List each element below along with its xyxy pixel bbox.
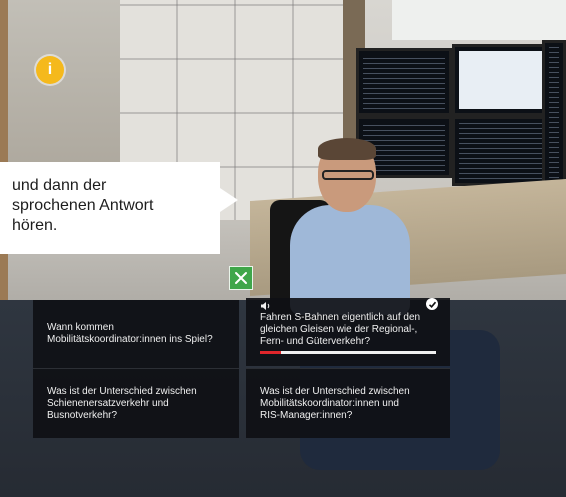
person-hair xyxy=(318,138,376,160)
speech-bubble: und dann der sprochenen Antwort hören. xyxy=(0,162,238,254)
speech-bubble-line: hören. xyxy=(12,217,58,234)
person-glasses xyxy=(322,170,374,180)
answer-progress-fill xyxy=(260,351,282,354)
question-line: Busnotverkehr? xyxy=(47,409,118,421)
question-card[interactable]: Was ist der Unterschied zwischen Mobilit… xyxy=(246,368,450,438)
monitor xyxy=(542,40,566,190)
question-line: Schienenersatzverkehr und xyxy=(47,397,169,409)
question-card[interactable]: Was ist der Unterschied zwischen Schiene… xyxy=(33,368,239,438)
info-icon: i xyxy=(47,61,53,78)
question-line: Fahren S-Bahnen eigentlich auf den xyxy=(260,312,421,323)
speech-bubble-line: und dann der xyxy=(12,177,107,194)
speech-bubble-line: sprochenen Antwort xyxy=(12,197,154,214)
question-line: Was ist der Unterschied zwischen xyxy=(47,385,197,397)
background-window xyxy=(392,0,566,40)
question-line: Mobilitätskoordinator:innen und xyxy=(260,397,399,409)
question-card-active[interactable]: Fahren S-Bahnen eigentlich auf den gleic… xyxy=(246,298,450,366)
monitor xyxy=(452,44,552,116)
answer-progress-bar[interactable] xyxy=(260,351,436,354)
check-icon xyxy=(426,298,438,310)
monitor xyxy=(356,48,452,116)
speaker-icon xyxy=(261,302,270,310)
question-line: Mobilitätskoordinator:innen ins Spiel? xyxy=(47,334,213,345)
question-line: RIS-Manager:innen? xyxy=(260,409,353,421)
question-line: gleichen Gleisen wie der Regional-, xyxy=(260,324,418,335)
question-line: Wann kommen xyxy=(47,322,114,333)
question-card[interactable]: Wann kommen Mobilitätskoordinator:innen … xyxy=(33,300,239,368)
info-marker[interactable]: i xyxy=(36,56,64,84)
close-icon xyxy=(235,272,247,284)
close-button[interactable] xyxy=(229,266,253,290)
question-line: Was ist der Unterschied zwischen xyxy=(260,385,410,397)
monitor xyxy=(452,116,552,186)
question-line: Fern- und Güterverkehr? xyxy=(260,336,371,347)
